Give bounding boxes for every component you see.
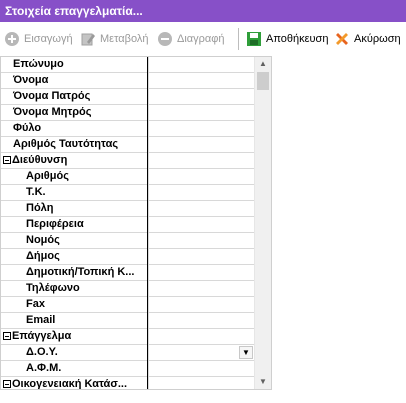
toolbar-separator bbox=[238, 28, 239, 50]
row-label: Πόλη bbox=[1, 201, 147, 217]
cancel-button[interactable]: Ακύρωση bbox=[334, 29, 401, 49]
row-label: Επώνυμο bbox=[1, 57, 147, 73]
row-value-field[interactable] bbox=[148, 105, 254, 121]
row-label: Φύλο bbox=[1, 121, 147, 137]
row-label: Δημοτική/Τοπική Κ... bbox=[1, 265, 147, 281]
row-value-field[interactable] bbox=[148, 169, 254, 185]
category-label-container: Οικογενειακή Κατάσ... bbox=[1, 377, 147, 390]
row-value-field[interactable] bbox=[148, 57, 254, 73]
row-label: Όνομα Πατρός bbox=[1, 89, 147, 105]
row-value-field[interactable] bbox=[148, 153, 254, 169]
row-value-field[interactable] bbox=[148, 329, 254, 345]
row-value-field[interactable] bbox=[148, 265, 254, 281]
chevron-down-icon[interactable]: ▼ bbox=[239, 346, 253, 359]
window-title: Στοιχεία επαγγελματία... bbox=[0, 0, 406, 22]
category-label-container: Διεύθυνση bbox=[1, 153, 147, 169]
scroll-up-icon[interactable]: ▲ bbox=[255, 57, 271, 71]
grid-row-phone[interactable]: Τηλέφωνο bbox=[1, 281, 254, 297]
row-label: Αριθμός Ταυτότητας bbox=[1, 137, 147, 153]
delete-label: Διαγραφή bbox=[177, 33, 225, 45]
row-label: Νομός bbox=[1, 233, 147, 249]
insert-button[interactable]: Εισαγωγή bbox=[4, 29, 73, 49]
collapse-icon[interactable] bbox=[3, 332, 11, 340]
property-grid: Επώνυμο Όνομα Όνομα Πατρός Όνομα Μητρός … bbox=[0, 56, 272, 390]
row-label: Όνομα bbox=[1, 73, 147, 89]
grid-row-prefecture[interactable]: Νομός bbox=[1, 233, 254, 249]
grid-row-vat-number[interactable]: Α.Φ.Μ. bbox=[1, 361, 254, 377]
collapse-icon[interactable] bbox=[3, 380, 11, 388]
insert-label: Εισαγωγή bbox=[24, 33, 73, 45]
grid-row-mother-name[interactable]: Όνομα Μητρός bbox=[1, 105, 254, 121]
row-value-field[interactable] bbox=[148, 73, 254, 89]
row-value-field[interactable] bbox=[148, 217, 254, 233]
delete-button[interactable]: Διαγραφή bbox=[157, 29, 225, 49]
scroll-thumb[interactable] bbox=[257, 72, 269, 90]
edit-button[interactable]: Μεταβολή bbox=[80, 29, 148, 49]
collapse-icon[interactable] bbox=[3, 156, 11, 164]
edit-label: Μεταβολή bbox=[100, 33, 149, 45]
row-label: Δήμος bbox=[1, 249, 147, 265]
row-label: Όνομα Μητρός bbox=[1, 105, 147, 121]
save-button[interactable]: Αποθήκευση bbox=[246, 29, 328, 49]
row-label: Τηλέφωνο bbox=[1, 281, 147, 297]
row-value-field[interactable] bbox=[148, 233, 254, 249]
row-value-field[interactable] bbox=[148, 201, 254, 217]
row-label: Fax bbox=[1, 297, 147, 313]
column-splitter[interactable] bbox=[147, 57, 148, 389]
save-icon bbox=[247, 32, 261, 46]
row-label: Δ.Ο.Υ. bbox=[1, 345, 147, 361]
edit-icon bbox=[81, 33, 95, 46]
row-value-field[interactable] bbox=[148, 297, 254, 313]
grid-row-gender[interactable]: Φύλο bbox=[1, 121, 254, 137]
minus-circle-icon bbox=[158, 32, 172, 46]
row-value-field[interactable] bbox=[148, 313, 254, 329]
row-label: Αριθμός bbox=[1, 169, 147, 185]
grid-category-profession[interactable]: Επάγγελμα bbox=[1, 329, 254, 345]
row-label: Τ.Κ. bbox=[1, 185, 147, 201]
grid-row-email[interactable]: Email bbox=[1, 313, 254, 329]
cancel-label: Ακύρωση bbox=[354, 33, 401, 45]
grid-category-marital-status[interactable]: Οικογενειακή Κατάσ... bbox=[1, 377, 254, 390]
grid-row-postal-code[interactable]: Τ.Κ. bbox=[1, 185, 254, 201]
row-value-field[interactable] bbox=[148, 361, 254, 377]
grid-row-fax[interactable]: Fax bbox=[1, 297, 254, 313]
save-label: Αποθήκευση bbox=[266, 33, 329, 45]
row-value-field[interactable] bbox=[148, 377, 254, 389]
grid-row-region[interactable]: Περιφέρεια bbox=[1, 217, 254, 233]
grid-row-community[interactable]: Δημοτική/Τοπική Κ... bbox=[1, 265, 254, 281]
row-label: Email bbox=[1, 313, 147, 329]
row-value-field[interactable] bbox=[148, 185, 254, 201]
row-value-field[interactable] bbox=[148, 121, 254, 137]
grid-category-address[interactable]: Διεύθυνση bbox=[1, 153, 254, 169]
cancel-icon bbox=[336, 33, 348, 45]
grid-row-father-name[interactable]: Όνομα Πατρός bbox=[1, 89, 254, 105]
grid-row-city[interactable]: Πόλη bbox=[1, 201, 254, 217]
category-label: Επάγγελμα bbox=[12, 330, 72, 342]
category-label-container: Επάγγελμα bbox=[1, 329, 147, 345]
tax-office-dropdown[interactable]: ▼ bbox=[148, 345, 254, 361]
vertical-scrollbar[interactable]: ▲ ▼ bbox=[254, 57, 271, 389]
plus-circle-icon bbox=[5, 32, 19, 46]
row-value-field[interactable] bbox=[148, 249, 254, 265]
grid-row-id-number[interactable]: Αριθμός Ταυτότητας bbox=[1, 137, 254, 153]
row-label: Α.Φ.Μ. bbox=[1, 361, 147, 377]
row-value-field[interactable] bbox=[148, 89, 254, 105]
category-label: Διεύθυνση bbox=[12, 154, 68, 166]
grid-row-municipality[interactable]: Δήμος bbox=[1, 249, 254, 265]
row-value-field[interactable] bbox=[148, 281, 254, 297]
grid-row-name[interactable]: Όνομα bbox=[1, 73, 254, 89]
grid-row-tax-office[interactable]: Δ.Ο.Υ. ▼ bbox=[1, 345, 254, 361]
grid-row-surname[interactable]: Επώνυμο bbox=[1, 57, 254, 73]
row-label: Περιφέρεια bbox=[1, 217, 147, 233]
toolbar: Εισαγωγή Μεταβολή Διαγραφή Αποθήκευση Ακ… bbox=[0, 24, 406, 54]
row-value-field[interactable] bbox=[148, 137, 254, 153]
category-label: Οικογενειακή Κατάσ... bbox=[12, 378, 128, 390]
grid-row-number[interactable]: Αριθμός bbox=[1, 169, 254, 185]
scroll-down-icon[interactable]: ▼ bbox=[255, 375, 271, 389]
